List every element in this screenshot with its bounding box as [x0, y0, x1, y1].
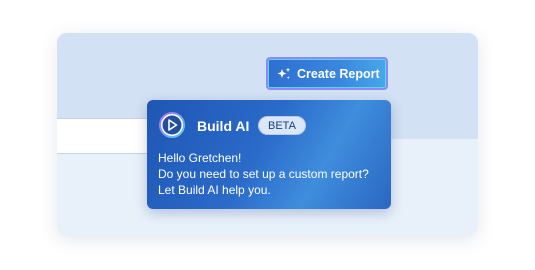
assistant-name: Build AI — [197, 118, 250, 134]
build-ai-popover[interactable]: Build AI BETA Hello Gretchen! Do you nee… — [147, 100, 391, 209]
sparkle-icon — [277, 67, 291, 81]
message-line: Hello Gretchen! — [158, 151, 242, 165]
search-field[interactable] — [57, 118, 153, 154]
message-line: Let Build AI help you. — [158, 183, 271, 197]
create-report-button[interactable]: Create Report — [266, 57, 388, 90]
message-line: Do you need to set up a custom report? — [158, 167, 369, 181]
assistant-message: Hello Gretchen! Do you need to set up a … — [158, 150, 369, 198]
build-ai-play-logo-icon — [159, 112, 185, 138]
create-report-label: Create Report — [297, 66, 380, 81]
beta-badge: BETA — [258, 116, 306, 135]
